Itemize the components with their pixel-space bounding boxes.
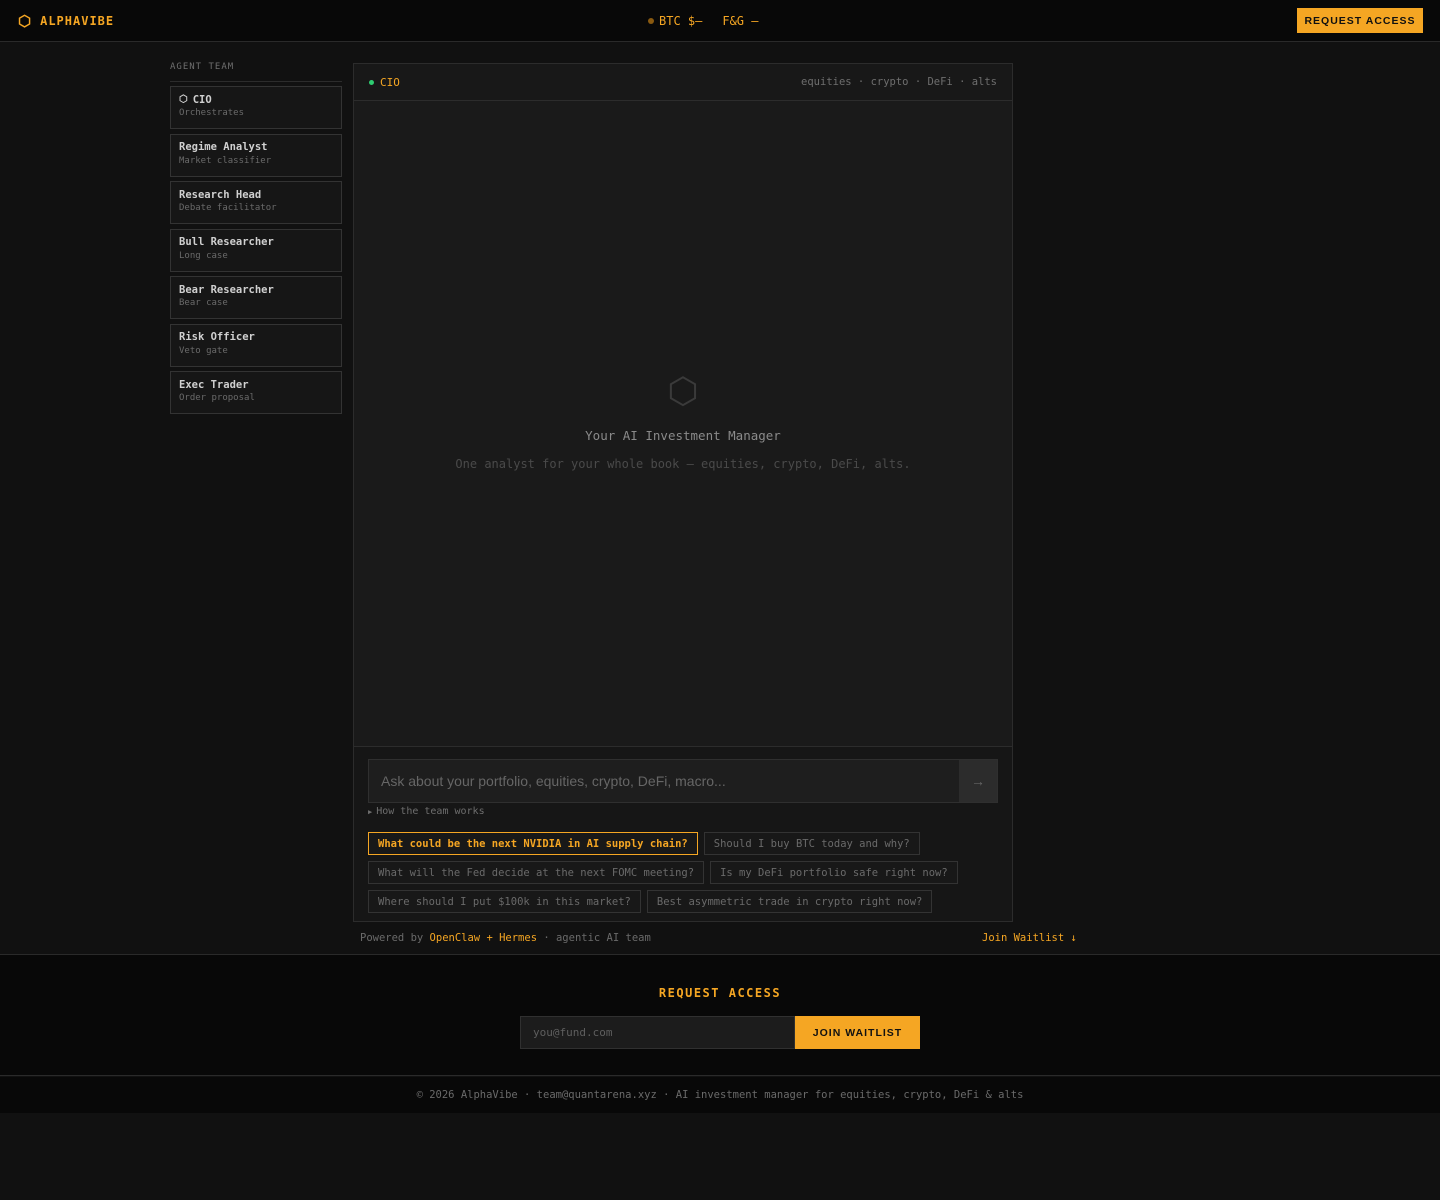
agent-role: Long case — [179, 250, 228, 261]
chat-header: CIO equities · crypto · DeFi · alts — [354, 64, 1012, 101]
btc-status-dot — [648, 18, 654, 24]
brand-name: ALPHAVIBE — [40, 14, 115, 28]
agent-name: Bull Researcher — [179, 236, 274, 248]
agent-role: Bear case — [179, 298, 228, 308]
join-waitlist-button[interactable]: JOIN WAITLIST — [795, 1016, 920, 1049]
chat-composer: → ▶ How the team works What could be the… — [354, 746, 1012, 921]
empty-state: ⬡ Your AI Investment Manager One analyst… — [354, 371, 1012, 472]
triangle-right-icon: ▶ — [368, 807, 373, 816]
agent-name: CIO — [192, 93, 212, 106]
suggestion-chip[interactable]: Where should I put $100k in this market? — [368, 890, 641, 913]
powered-by-prefix: Powered by — [360, 932, 430, 944]
chat-input-row: → — [368, 759, 998, 803]
join-waitlist-link[interactable]: Join Waitlist ↓ — [982, 932, 1077, 944]
suggestion-chip[interactable]: Best asymmetric trade in crypto right no… — [646, 890, 933, 913]
sidebar-title: AGENT TEAM — [170, 62, 342, 82]
agent-team-sidebar: AGENT TEAM ⬡ CIO Orchestrates Regime Ana… — [170, 62, 342, 419]
send-button[interactable]: → — [959, 760, 997, 802]
hexagon-icon: ⬡ — [667, 371, 699, 412]
email-field[interactable] — [520, 1016, 795, 1049]
powered-by-link[interactable]: OpenClaw + Hermes — [430, 932, 537, 944]
active-agent-name: CIO — [380, 75, 400, 89]
agent-card-risk-officer[interactable]: Risk Officer Veto gate — [170, 323, 342, 367]
powered-by-suffix: · agentic AI team — [537, 932, 651, 944]
brand-logo[interactable]: ⬡ ALPHAVIBE — [18, 12, 114, 30]
active-agent: CIO — [369, 76, 400, 89]
top-nav-bar: ⬡ ALPHAVIBE BTC $— F&G — REQUEST ACCESS — [0, 0, 1440, 42]
market-ticker: BTC $— F&G — — [648, 13, 758, 29]
btc-price: BTC $— — [659, 14, 703, 28]
hexagon-icon: ⬡ — [179, 94, 188, 105]
footer: © 2026 AlphaVibe · team@quantarena.xyz ·… — [0, 1077, 1440, 1113]
request-access-button[interactable]: REQUEST ACCESS — [1297, 8, 1423, 33]
agent-card-bear-researcher[interactable]: Bear Researcher Bear case — [170, 276, 342, 319]
empty-state-subtitle: One analyst for your whole book — equiti… — [455, 457, 911, 471]
agent-card-cio[interactable]: ⬡ CIO Orchestrates — [170, 86, 342, 129]
agent-name-row: ⬡ CIO — [179, 92, 333, 107]
agent-card-research-head[interactable]: Research Head Debate facilitator — [170, 181, 342, 224]
agent-name: Exec Trader — [179, 378, 249, 391]
waitlist-title: REQUEST ACCESS — [658, 986, 782, 1000]
suggestion-list: What could be the next NVIDIA in AI supp… — [368, 832, 998, 913]
hexagon-icon: ⬡ — [18, 11, 33, 30]
agent-name: Research Head — [179, 188, 262, 201]
agent-name: Regime Analyst — [179, 141, 268, 153]
suggestion-chip[interactable]: Should I buy BTC today and why? — [703, 832, 920, 855]
suggestion-chip[interactable]: Is my DeFi portfolio safe right now? — [710, 861, 958, 884]
agent-role: Market classifier — [179, 155, 272, 166]
powered-by: Powered by OpenClaw + Hermes · agentic A… — [360, 932, 651, 944]
chat-input[interactable] — [369, 760, 959, 802]
how-team-works-label: How the team works — [376, 806, 485, 817]
agent-list: ⬡ CIO Orchestrates Regime Analyst Market… — [170, 86, 342, 414]
agent-name: Risk Officer — [179, 331, 255, 343]
agent-card-bull-researcher[interactable]: Bull Researcher Long case — [170, 228, 342, 272]
coverage-tags: equities · crypto · DeFi · alts — [801, 76, 997, 88]
arrow-right-icon: → — [971, 773, 985, 789]
suggestion-chip[interactable]: What will the Fed decide at the next FOM… — [368, 861, 705, 884]
fear-greed-ticker: F&G — — [722, 14, 759, 28]
suggestion-chip[interactable]: What could be the next NVIDIA in AI supp… — [368, 832, 698, 855]
how-team-works-toggle[interactable]: ▶ How the team works — [368, 806, 485, 817]
agent-role: Orchestrates — [179, 108, 245, 118]
agent-role: Veto gate — [179, 345, 228, 356]
agent-card-regime-analyst[interactable]: Regime Analyst Market classifier — [170, 133, 342, 177]
waitlist-section: REQUEST ACCESS JOIN WAITLIST — [0, 954, 1440, 1076]
chat-panel: CIO equities · crypto · DeFi · alts ⬡ Yo… — [353, 63, 1013, 922]
btc-ticker: BTC $— — [648, 14, 702, 28]
agent-name: Bear Researcher — [179, 283, 274, 296]
online-status-dot — [369, 79, 374, 85]
agent-role: Order proposal — [179, 393, 255, 403]
agent-card-exec-trader[interactable]: Exec Trader Order proposal — [170, 371, 342, 414]
empty-state-title: Your AI Investment Manager — [585, 428, 781, 443]
agent-role: Debate facilitator — [179, 203, 277, 213]
